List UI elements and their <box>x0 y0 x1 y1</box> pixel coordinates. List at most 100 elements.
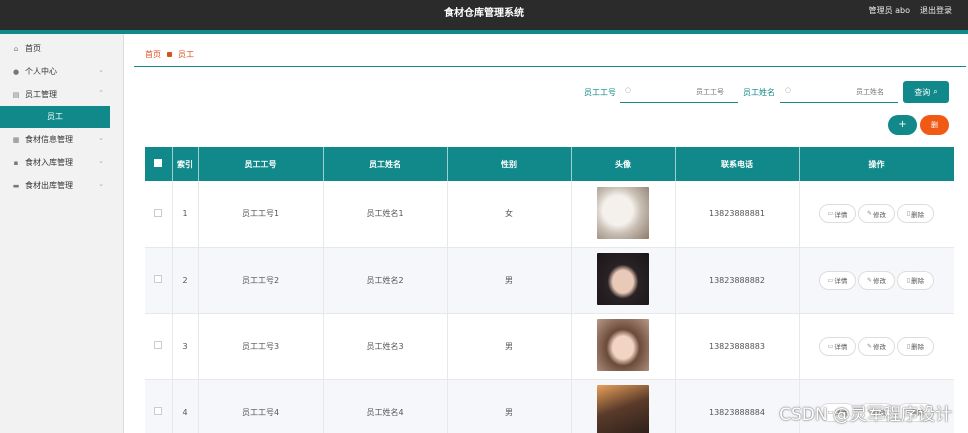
chevron-down-icon: ⌄ <box>98 180 104 188</box>
detail-label: 详情 <box>834 343 848 351</box>
username: abo <box>895 6 910 15</box>
employee-table: 索引 员工工号 员工姓名 性别 头像 联系电话 操作 1 员工工号1 员工姓名1… <box>145 147 954 433</box>
column-header: 操作 <box>799 147 954 181</box>
trash-icon: ▯ <box>906 276 911 284</box>
sidebar-item-stock-in[interactable]: ▪ 食材入库管理 ⌄ <box>0 151 123 174</box>
detail-button[interactable]: ▭ 详情 <box>819 270 856 290</box>
cell-avatar <box>571 379 676 433</box>
search-icon: ⌕ <box>933 87 938 96</box>
detail-button[interactable]: ▭ 详情 <box>819 336 856 356</box>
chevron-down-icon: ⌄ <box>98 157 104 165</box>
emp-name-label: 员工姓名 <box>743 88 775 97</box>
cell-emp-name: 员工姓名4 <box>323 379 448 433</box>
emp-no-label: 员工工号 <box>584 88 616 97</box>
select-all-checkbox[interactable] <box>154 159 163 167</box>
table-row: 2 员工工号2 员工姓名2 男 13823888882 ▭ 详情 ✎ 修改 ▯ 删除 <box>145 247 954 314</box>
breadcrumb-current: 员工 <box>178 50 194 59</box>
sidebar-item-food-info[interactable]: ▦ 食材信息管理 ⌄ <box>0 128 123 151</box>
emp-name-input[interactable] <box>780 81 898 102</box>
user-icon: ● <box>12 67 20 76</box>
cell-phone: 13823888882 <box>675 247 800 314</box>
cell-index: 3 <box>172 313 199 380</box>
chevron-down-icon: ⌄ <box>98 66 104 74</box>
table-row: 3 员工工号3 员工姓名3 男 13823888883 ▭ 详情 ✎ 修改 ▯ 删除 <box>145 313 954 380</box>
search-bar: 员工工号 ○ 员工姓名 ○ 查询 ⌕ <box>134 81 966 103</box>
sidebar-item-label: 个人中心 <box>25 67 57 76</box>
emp-no-input[interactable] <box>620 81 738 102</box>
cell-operations: ▭ 详情 ✎ 修改 ▯ 删除 <box>799 247 954 314</box>
column-header: 索引 <box>172 147 199 181</box>
column-header: 联系电话 <box>675 147 800 181</box>
query-button[interactable]: 查询 ⌕ <box>903 81 949 103</box>
sidebar-item-employee-mgmt[interactable]: ▤ 员工管理 ⌃ <box>0 83 123 106</box>
table-header-row: 索引 员工工号 员工姓名 性别 头像 联系电话 操作 <box>145 147 954 181</box>
edit-icon: ✎ <box>866 276 873 284</box>
cell-gender: 男 <box>447 379 572 433</box>
delete-row-button[interactable]: ▯ 删除 <box>897 336 934 356</box>
emp-name-field[interactable]: ○ <box>780 81 898 103</box>
home-icon: ⌂ <box>13 44 19 53</box>
cell-emp-no: 员工工号1 <box>198 181 324 248</box>
edit-button[interactable]: ✎ 修改 <box>858 204 895 224</box>
delete-label: 删除 <box>911 210 925 219</box>
edit-icon: ✎ <box>866 210 873 218</box>
cell-operations: ▭ 详情 ✎ 修改 ▯ 删除 <box>799 181 954 248</box>
cell-operations: ▭ 详情 ✎ 修改 ▯ 删除 <box>799 313 954 380</box>
delete-label: 删除 <box>911 277 925 285</box>
user-info: 管理员 abo <box>869 5 910 16</box>
row-checkbox[interactable] <box>154 275 163 283</box>
detail-button[interactable]: ▭ 详情 <box>819 204 856 224</box>
cell-index: 1 <box>172 181 199 248</box>
row-checkbox[interactable] <box>154 208 163 217</box>
sidebar-item-label: 食材入库管理 <box>25 158 73 167</box>
edit-button[interactable]: ✎ 修改 <box>858 270 895 290</box>
cell-emp-no: 员工工号3 <box>198 313 324 380</box>
edit-icon: ✎ <box>866 342 873 350</box>
user-role: 管理员 <box>868 6 893 15</box>
sidebar-item-stock-out[interactable]: ▬ 食材出库管理 ⌄ <box>0 174 123 197</box>
detail-label: 详情 <box>834 210 848 219</box>
building-icon: ▤ <box>12 90 20 99</box>
trash-icon: ▯ <box>906 342 911 350</box>
delete-row-button[interactable]: ▯ 删除 <box>897 204 934 224</box>
cell-emp-no: 员工工号2 <box>198 247 324 314</box>
sidebar: ⌂ 首页 ● 个人中心 ⌄ ▤ 员工管理 ⌃ 员工 ▦ 食材信息管理 ⌄ ▪ 食… <box>0 34 124 433</box>
emp-no-field[interactable]: ○ <box>620 81 738 103</box>
breadcrumb-separator-icon <box>167 52 172 57</box>
sidebar-subitem-employee[interactable]: 员工 <box>0 106 110 128</box>
row-checkbox[interactable] <box>154 407 163 415</box>
cell-avatar <box>571 181 676 248</box>
user-area: 管理员 abo 退出登录 <box>869 5 952 16</box>
document-icon: ▭ <box>827 210 834 218</box>
chevron-up-icon: ⌃ <box>98 89 104 97</box>
cell-emp-name: 员工姓名1 <box>323 181 448 248</box>
cell-gender: 男 <box>447 247 572 314</box>
avatar <box>597 186 649 239</box>
grid-icon: ▪ <box>13 158 19 167</box>
delete-button[interactable]: 删 <box>920 115 949 135</box>
cell-emp-name: 员工姓名2 <box>323 247 448 314</box>
logout-link[interactable]: 退出登录 <box>920 5 952 16</box>
trash-icon: ▯ <box>906 210 911 218</box>
cell-avatar <box>571 247 676 314</box>
cell-index: 4 <box>172 379 199 433</box>
column-header: 性别 <box>447 147 572 181</box>
search-icon: ○ <box>625 86 632 94</box>
cell-index: 2 <box>172 247 199 314</box>
column-header: 员工姓名 <box>323 147 448 181</box>
app-title: 食材仓库管理系统 <box>444 8 524 19</box>
row-checkbox[interactable] <box>154 341 163 349</box>
add-button[interactable]: + <box>888 115 917 135</box>
breadcrumb-home[interactable]: 首页 <box>145 49 161 60</box>
cell-avatar <box>571 313 676 380</box>
sidebar-item-home[interactable]: ⌂ 首页 <box>0 37 123 60</box>
edit-button[interactable]: ✎ 修改 <box>858 336 895 356</box>
cell-gender: 男 <box>447 313 572 380</box>
header-select-all[interactable] <box>145 147 173 181</box>
column-header: 员工工号 <box>198 147 324 181</box>
document-icon: ▭ <box>827 276 834 284</box>
search-icon: ○ <box>785 86 792 94</box>
sidebar-item-profile[interactable]: ● 个人中心 ⌄ <box>0 60 123 83</box>
delete-row-button[interactable]: ▯ 删除 <box>897 270 934 290</box>
column-header: 头像 <box>571 147 676 181</box>
